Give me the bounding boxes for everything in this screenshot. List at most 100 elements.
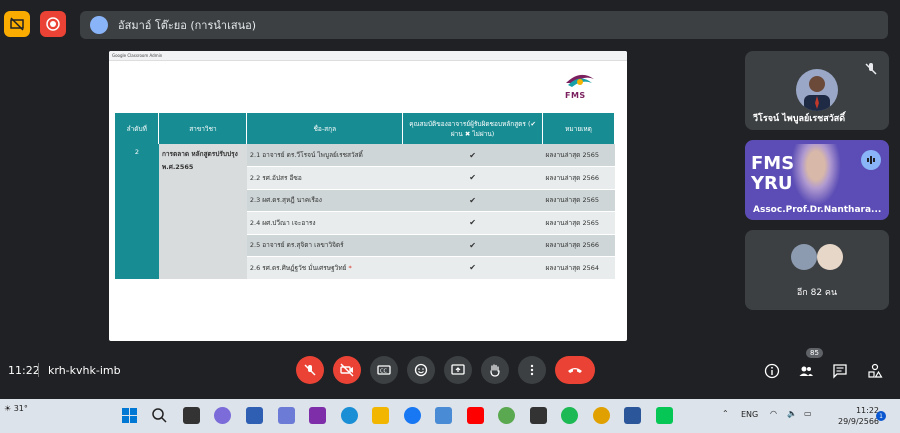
participant-name: Assoc.Prof.Dr.Nanthara...: [753, 205, 882, 215]
camera-off-icon: [340, 363, 354, 377]
media-app-icon[interactable]: [309, 407, 326, 424]
more-vert-icon: [530, 364, 534, 376]
staff-name-cell: 2.6 รศ.ดร.ศิษฏ์ฐวัช มั่นเศรษฐวิทย์ *: [246, 256, 403, 280]
line-app-icon[interactable]: [656, 407, 673, 424]
captions-button[interactable]: CC: [370, 356, 398, 384]
screen-share-off-icon: [10, 17, 24, 31]
note: ผลงานล่าสุด 2564: [542, 256, 615, 280]
info-icon: [764, 363, 780, 379]
chat-icon: [833, 364, 847, 379]
weather-temp: 31°: [13, 404, 28, 413]
slide-tab-text: Google Classroom Admin: [112, 53, 163, 58]
record-button[interactable]: [40, 11, 66, 37]
participant-avatar: [817, 244, 843, 270]
maps-icon[interactable]: [498, 407, 515, 424]
slide-browser-tab: Google Classroom Admin: [109, 51, 627, 61]
note: ผลงานล่าสุด 2566: [542, 166, 615, 190]
leave-call-button[interactable]: [555, 356, 595, 384]
mic-off-icon: [865, 63, 877, 75]
shared-slide: Google Classroom Admin FMS ลำดับที่ สาขา…: [109, 51, 627, 341]
teams-icon[interactable]: [246, 407, 263, 424]
staff-name: 2.3 ผศ.ดร.สุหฎี นาคเรือง: [246, 189, 403, 212]
youtube-icon[interactable]: [467, 407, 484, 424]
check-mark: ✔: [402, 144, 543, 167]
notepad-icon[interactable]: [435, 407, 452, 424]
participant-tile[interactable]: FMS YRU Assoc.Prof.Dr.Nanthara...: [745, 140, 889, 220]
sun-icon: ☀: [4, 404, 12, 413]
wifi-icon[interactable]: ◠: [770, 409, 777, 418]
language-indicator[interactable]: ENG: [741, 410, 758, 419]
windows-taskbar: ☀ 31° ⌃ ENG ◠ 🔈 ▭ 11:22 29/9/2566 1: [0, 399, 900, 433]
windows-start-icon[interactable]: [121, 407, 138, 424]
search-icon[interactable]: [151, 407, 168, 424]
record-icon: [46, 17, 60, 31]
clock-time: 11:22: [855, 406, 880, 415]
hang-up-icon: [568, 368, 582, 373]
col-header-no: ลำดับที่: [115, 113, 160, 144]
hand-icon: [490, 364, 500, 377]
col-header-major: สาขาวิชา: [158, 113, 248, 144]
task-view-icon[interactable]: [183, 407, 200, 424]
meeting-time: 11:22: [8, 364, 40, 377]
note: ผลงานล่าสุด 2565: [542, 211, 615, 235]
fms-logo-text: FMS: [565, 91, 586, 100]
check-mark: ✔: [402, 211, 543, 235]
people-count-badge: 85: [806, 348, 823, 358]
present-button[interactable]: [444, 356, 472, 384]
edge-browser-icon[interactable]: [341, 407, 358, 424]
chrome-icon[interactable]: [593, 407, 610, 424]
more-participants-tile[interactable]: อีก 82 คน: [745, 230, 889, 310]
note: ผลงานล่าสุด 2566: [542, 234, 615, 257]
notification-badge[interactable]: 1: [876, 411, 886, 421]
staff-name: 2.2 รศ.อัปสร อีซอ: [246, 166, 403, 190]
battery-icon[interactable]: ▭: [804, 409, 812, 418]
col-header-name: ชื่อ-สกุล: [246, 113, 404, 144]
meeting-info-button[interactable]: [763, 362, 781, 380]
people-button[interactable]: [797, 362, 815, 380]
row-number: 2: [115, 144, 159, 279]
divider: [38, 363, 39, 377]
word-icon[interactable]: [624, 407, 641, 424]
staff-name: 2.1 อาจารย์ ดร.วีโรจน์ ไพบูลย์เรชสวัสดิ์: [246, 144, 403, 167]
calculator-icon[interactable]: [278, 407, 295, 424]
present-off-button[interactable]: [4, 11, 30, 37]
participant-video: [791, 144, 841, 206]
camera-toggle-button[interactable]: [333, 356, 361, 384]
weather-widget[interactable]: ☀ 31°: [4, 404, 28, 413]
participant-avatar: [796, 69, 838, 111]
emoji-icon: [414, 363, 428, 377]
note: ผลงานล่าสุด 2565: [542, 144, 615, 167]
course-staff-table: ลำดับที่ สาขาวิชา ชื่อ-สกุล คุณสมบัติของ…: [115, 113, 615, 280]
more-options-button[interactable]: [518, 356, 546, 384]
capcut-icon[interactable]: [530, 407, 547, 424]
activities-icon: [868, 363, 883, 378]
file-explorer-icon[interactable]: [372, 407, 389, 424]
volume-icon[interactable]: 🔈: [787, 409, 797, 418]
table-row: 2 การตลาด หลักสูตรปรับปรุง พ.ศ.2565 2.1 …: [115, 144, 615, 279]
chevron-up-icon[interactable]: ⌃: [722, 409, 729, 418]
reactions-button[interactable]: [407, 356, 435, 384]
participant-tile[interactable]: วีโรจน์ ไพบูลย์เรชสวัสดิ์: [745, 51, 889, 130]
check-mark: ✔: [402, 234, 543, 257]
facebook-icon[interactable]: [404, 407, 421, 424]
presenter-bar[interactable]: อัสมาอ์ โต๊ะยอ (การนำเสนอ): [80, 11, 888, 39]
mic-toggle-button[interactable]: [296, 356, 324, 384]
note: ผลงานล่าสุด 2565: [542, 189, 615, 212]
background-logo-text: FMS YRU: [751, 153, 795, 194]
system-clock[interactable]: 11:22 29/9/2566: [838, 405, 879, 427]
staff-name: 2.4 ผศ.ปวีณา เจะอารง: [246, 211, 403, 235]
chat-app-icon[interactable]: [214, 407, 231, 424]
meeting-code: krh-kvhk-imb: [48, 364, 121, 377]
check-mark: ✔: [402, 256, 543, 280]
clock-date: 29/9/2566: [838, 417, 880, 426]
col-header-qualification: คุณสมบัติของอาจารย์ผู้รับผิดชอบหลักสูตร …: [402, 113, 544, 144]
people-icon: [799, 366, 813, 376]
check-mark: ✔: [402, 166, 543, 190]
mic-off-icon: [304, 364, 316, 376]
raise-hand-button[interactable]: [481, 356, 509, 384]
chat-button[interactable]: [831, 362, 849, 380]
staff-name: 2.6 รศ.ดร.ศิษฏ์ฐวัช มั่นเศรษฐวิทย์: [249, 263, 347, 272]
spotify-icon[interactable]: [561, 407, 578, 424]
activities-button[interactable]: [866, 362, 884, 380]
asterisk-mark: *: [348, 263, 352, 272]
